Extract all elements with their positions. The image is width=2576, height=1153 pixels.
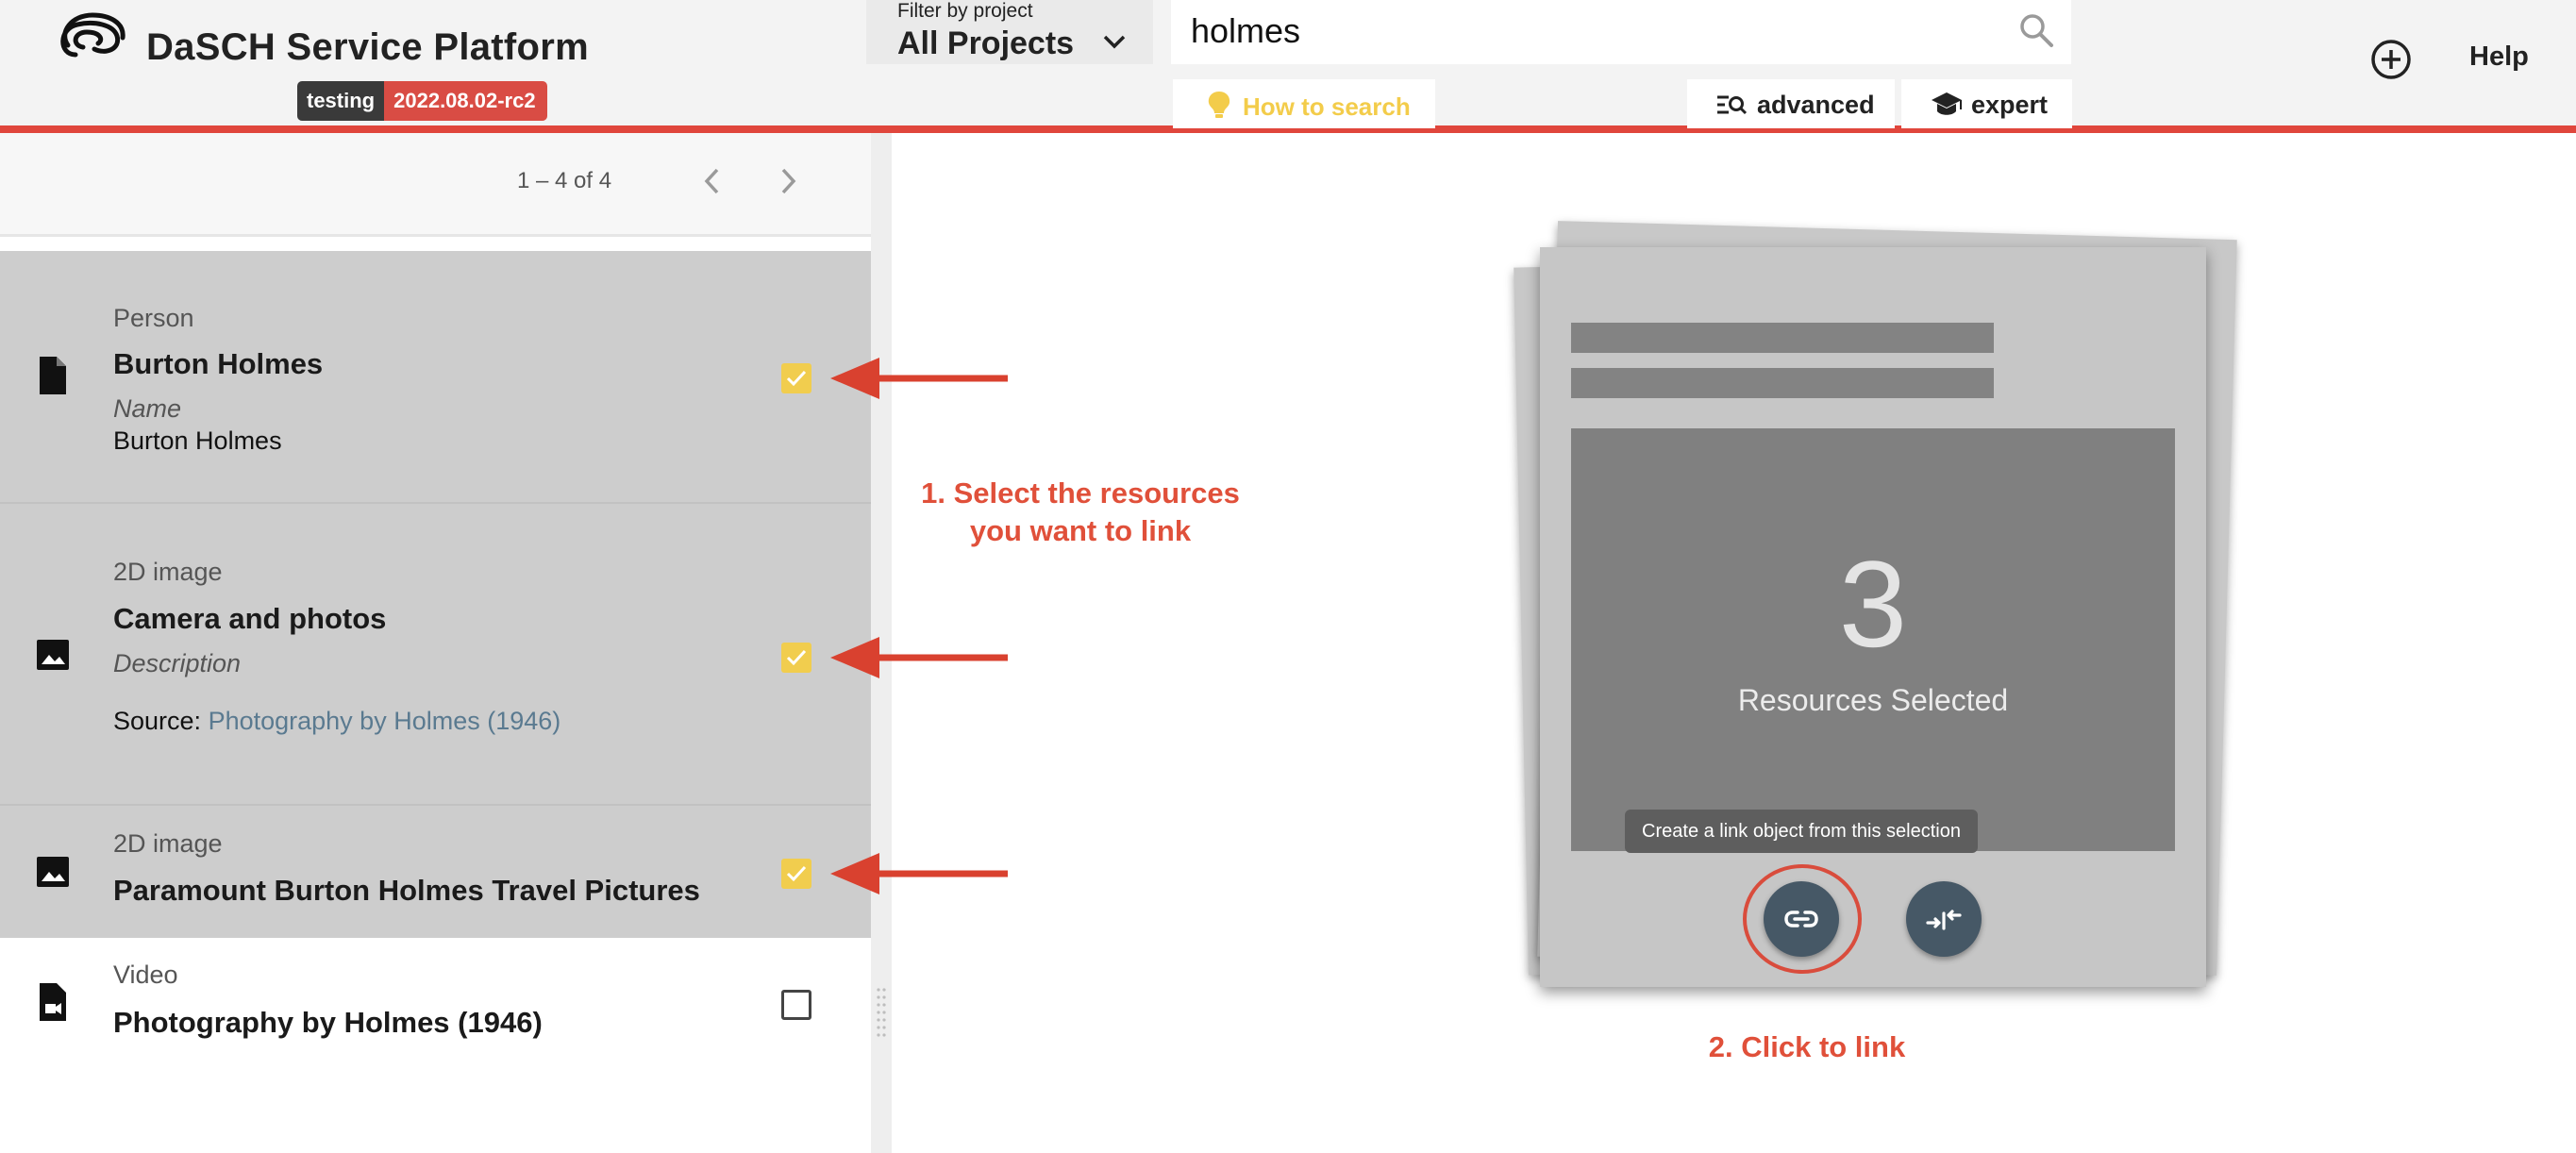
how-to-search-label: How to search [1243, 92, 1411, 121]
advanced-search-icon [1717, 95, 1748, 115]
annotation-step1-line2: you want to link [969, 514, 1192, 547]
search-input[interactable] [1191, 8, 2002, 55]
graduation-cap-icon [1932, 92, 1962, 115]
dasch-logo-icon[interactable] [55, 8, 128, 68]
image-icon [37, 640, 69, 670]
video-file-icon [40, 983, 66, 1021]
how-to-search-link[interactable]: How to search [1173, 79, 1435, 128]
advanced-label: advanced [1757, 91, 1875, 119]
check-icon [786, 649, 807, 666]
project-filter-label: Filter by project [897, 0, 1033, 22]
compare-button[interactable] [1906, 881, 1982, 957]
resource-type: 2D image [113, 829, 223, 858]
search-icon[interactable] [2017, 11, 2055, 49]
image-icon [37, 857, 69, 887]
drag-handle-icon[interactable] [877, 986, 886, 1043]
list-item[interactable] [0, 806, 871, 938]
app-title[interactable]: DaSCH Service Platform [146, 26, 589, 69]
chevron-down-icon[interactable] [1099, 26, 1129, 57]
lightbulb-icon [1208, 92, 1230, 118]
expert-search-button[interactable]: expert [1901, 79, 2072, 128]
source-line: Source: Photography by Holmes (1946) [113, 707, 560, 736]
placeholder-line [1571, 323, 1994, 353]
paginator [0, 133, 871, 237]
source-prefix: Source: [113, 707, 209, 735]
project-filter-value[interactable]: All Projects [897, 25, 1074, 62]
create-link-button[interactable] [1764, 881, 1839, 957]
link-tooltip: Create a link object from this selection [1625, 810, 1978, 853]
resource-title[interactable]: Burton Holmes [113, 347, 323, 381]
resource-title[interactable]: Photography by Holmes (1946) [113, 1006, 543, 1040]
resource-type: Video [113, 961, 178, 989]
resource-title[interactable]: Camera and photos [113, 602, 386, 636]
chevron-right-icon[interactable] [774, 162, 802, 200]
chevron-left-icon[interactable] [698, 162, 727, 200]
help-link[interactable]: Help [2469, 42, 2529, 73]
source-link[interactable]: Photography by Holmes (1946) [209, 707, 561, 735]
annotation-arrow [830, 358, 1008, 399]
environment-badge: testing 2022.08.02-rc2 [297, 81, 547, 121]
paginator-range: 1 – 4 of 4 [517, 168, 612, 193]
advanced-search-button[interactable]: advanced [1687, 79, 1895, 128]
selected-count: 3 [1838, 535, 1908, 673]
link-icon [1784, 911, 1818, 927]
annotation-arrow [830, 637, 1008, 678]
select-checkbox[interactable] [781, 990, 811, 1020]
property-label: Name [113, 394, 182, 423]
placeholder-line [1571, 368, 1994, 398]
annotation-step2: 2. Click to link [1708, 1030, 1906, 1063]
annotation-step1: 1. Select the resources you want to link [887, 476, 1274, 548]
select-checkbox[interactable] [781, 859, 811, 889]
version-label: 2022.08.02-rc2 [384, 81, 547, 121]
resource-type: Person [113, 304, 194, 332]
check-icon [786, 370, 807, 387]
property-value: Burton Holmes [113, 426, 282, 455]
expert-label: expert [1971, 91, 2049, 119]
select-checkbox[interactable] [781, 643, 811, 673]
selected-count-label: Resources Selected [1737, 683, 2009, 717]
resource-type: 2D image [113, 558, 223, 586]
compare-arrows-icon [1926, 910, 1962, 930]
env-label: testing [297, 81, 385, 121]
add-circle-icon[interactable] [2369, 38, 2413, 81]
document-icon [40, 357, 66, 394]
check-icon [786, 865, 807, 882]
annotation-arrow [830, 853, 1008, 894]
resource-title[interactable]: Paramount Burton Holmes Travel Pictures [113, 874, 700, 908]
annotation-step1-line1: 1. Select the resources [921, 476, 1240, 510]
property-label: Description [113, 649, 242, 677]
select-checkbox[interactable] [781, 363, 811, 393]
